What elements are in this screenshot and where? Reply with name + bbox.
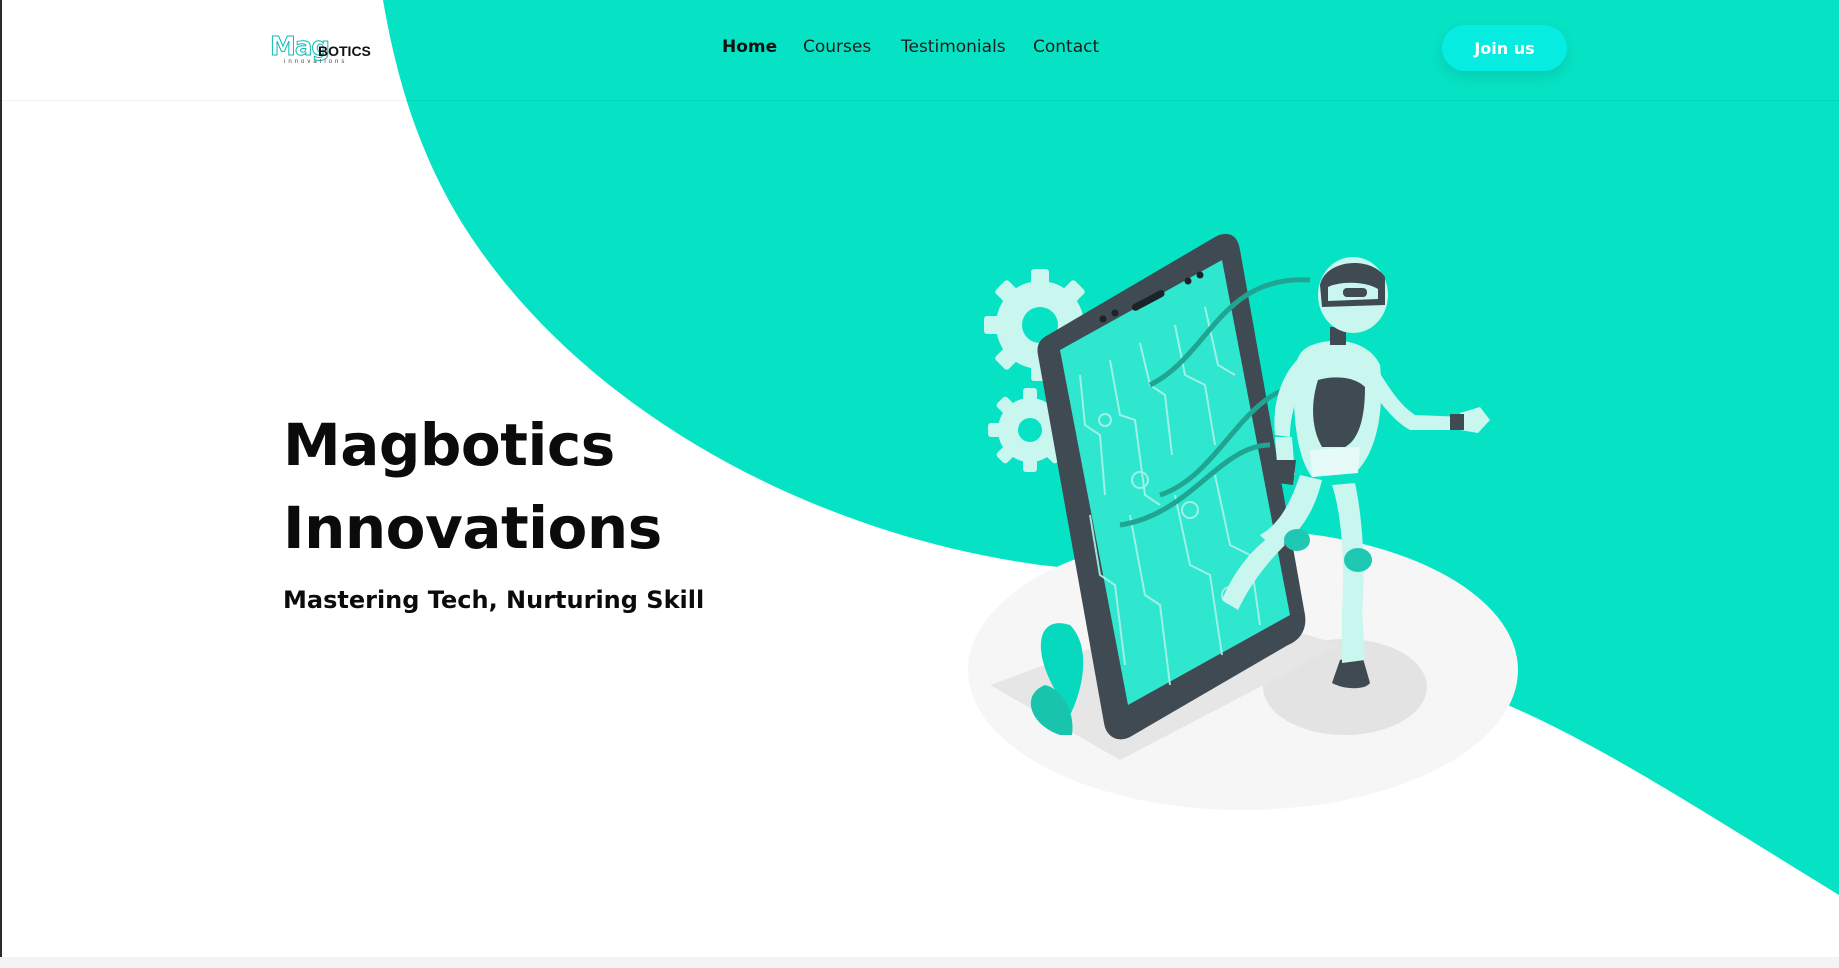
hero-title-line-2: Innovations xyxy=(283,494,662,562)
site-header: Mag BOTICS innovations Home Courses Test… xyxy=(0,0,1839,101)
teal-background-shape xyxy=(383,0,1839,895)
brand-logo[interactable]: Mag BOTICS innovations xyxy=(269,32,371,66)
nav-item-home[interactable]: Home xyxy=(722,37,777,57)
logo-wordmark: BOTICS xyxy=(318,43,371,59)
page-bottom-strip xyxy=(0,957,1839,968)
hero-title: Magbotics Innovations xyxy=(283,404,803,570)
nav-item-courses[interactable]: Courses xyxy=(803,37,871,57)
robot-with-smartphone-illustration xyxy=(968,233,1518,810)
landing-page: Mag BOTICS innovations Home Courses Test… xyxy=(0,0,1839,968)
hero-title-line-1: Magbotics xyxy=(283,411,615,479)
logo-tagline: innovations xyxy=(284,59,348,65)
nav-item-contact[interactable]: Contact xyxy=(1033,37,1099,57)
join-us-button[interactable]: Join us xyxy=(1442,25,1567,71)
hero-subtitle: Mastering Tech, Nurturing Skill xyxy=(283,586,705,614)
nav-item-testimonials[interactable]: Testimonials xyxy=(901,37,1006,57)
window-left-border xyxy=(0,0,2,968)
